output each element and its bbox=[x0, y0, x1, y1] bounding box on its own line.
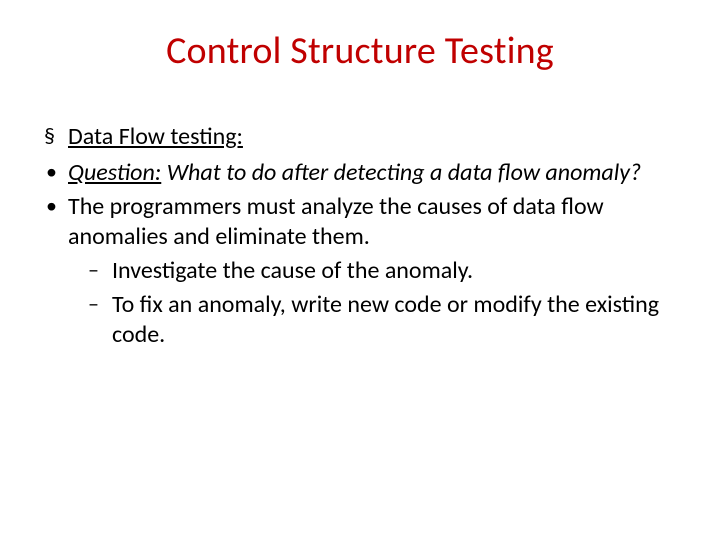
bullet-text: Investigate the cause of the anomaly. bbox=[112, 256, 473, 285]
bullet-level2: The programmers must analyze the causes … bbox=[40, 192, 680, 252]
bullet-level1: Data Flow testing: bbox=[40, 122, 680, 152]
slide-title: Control Structure Testing bbox=[0, 28, 720, 74]
question-text: What to do after detecting a data flow a… bbox=[161, 158, 641, 187]
slide-body: Data Flow testing: Question: What to do … bbox=[0, 122, 720, 350]
bullet-level3: Investigate the cause of the anomaly. bbox=[80, 256, 680, 286]
bullet-level2: Question: What to do after detecting a d… bbox=[40, 158, 680, 188]
slide: Control Structure Testing Data Flow test… bbox=[0, 28, 720, 540]
bullet-text: Data Flow testing: bbox=[68, 122, 243, 151]
bullet-text: To fix an anomaly, write new code or mod… bbox=[112, 290, 659, 349]
bullet-level3: To fix an anomaly, write new code or mod… bbox=[80, 290, 680, 350]
question-label: Question: bbox=[68, 158, 161, 187]
bullet-text: The programmers must analyze the causes … bbox=[68, 192, 604, 251]
